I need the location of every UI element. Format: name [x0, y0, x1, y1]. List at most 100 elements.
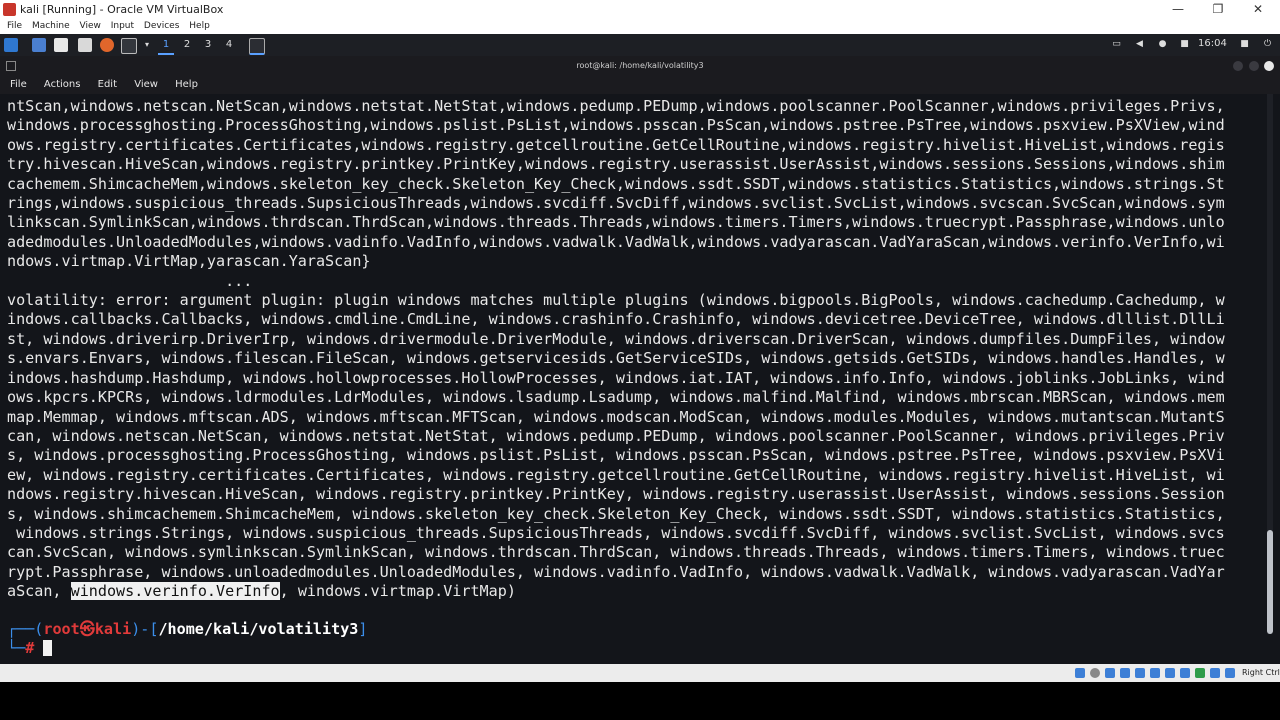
vbox-menu-file[interactable]: File [7, 19, 22, 34]
close-button[interactable]: ✕ [1238, 0, 1278, 19]
terminal-line: map.Memmap, windows.mftscan.ADS, windows… [7, 407, 1225, 426]
terminal-close-button[interactable] [1264, 61, 1274, 71]
workspace-3[interactable]: 3 [200, 37, 216, 53]
terminal-line: ndows.registry.hivescan.HiveScan, window… [7, 485, 1225, 504]
notification-bell-icon[interactable]: ● [1158, 40, 1167, 49]
terminal-line: s, windows.shimcachemem.ShimcacheMem, wi… [7, 504, 1225, 523]
terminal-line: ew, windows.registry.certificates.Certif… [7, 465, 1225, 484]
show-desktop-icon[interactable] [32, 38, 46, 52]
terminal-line: indows.callbacks.Callbacks, windows.cmdl… [7, 310, 1225, 329]
maximize-button[interactable]: ❐ [1198, 0, 1238, 19]
usb-icon[interactable] [1135, 668, 1145, 678]
terminal-menu-help[interactable]: Help [175, 76, 198, 94]
terminal-line: can.SvcScan, windows.symlinkscan.Symlink… [7, 543, 1225, 562]
host-screen-bottom [0, 682, 1280, 720]
workspace-2[interactable]: 2 [179, 37, 195, 53]
terminal-output: ntScan,windows.netscan.NetScan,windows.n… [7, 97, 1265, 602]
terminal-menu-file[interactable]: File [10, 76, 27, 94]
terminal-line: s.envars.Envars, windows.filescan.FileSc… [7, 349, 1225, 368]
battery-icon[interactable]: ■ [1180, 40, 1189, 49]
terminal-line: cachemem.ShimcacheMem,windows.skeleton_k… [7, 174, 1225, 193]
panel-clock[interactable]: 16:04 [1198, 38, 1227, 49]
selected-text[interactable]: windows.verinfo.VerInfo [70, 582, 280, 601]
optical-drive-icon[interactable] [1090, 668, 1100, 678]
vbox-menu-help[interactable]: Help [189, 19, 210, 34]
display-icon[interactable]: ▭ [1112, 40, 1121, 49]
vbox-menu-view[interactable]: View [80, 19, 101, 34]
minimize-button[interactable]: — [1158, 0, 1198, 19]
terminal-line: ndows.virtmap.VirtMap,yarascan.YaraScan} [7, 252, 371, 271]
file-manager-icon[interactable] [54, 38, 68, 52]
text-editor-icon[interactable] [78, 38, 92, 52]
terminal-line: windows.strings.Strings, windows.suspici… [7, 523, 1225, 542]
prompt-mid: )-[ [131, 620, 159, 638]
shell-input-line[interactable]: └─# [7, 639, 53, 658]
volume-icon[interactable]: ◀ [1135, 40, 1144, 49]
terminal-line-suffix: , windows.virtmap.VirtMap) [279, 582, 516, 601]
power-icon[interactable]: ⏻ [1263, 40, 1272, 49]
prompt-user: root [43, 620, 80, 638]
terminal-line: ... [7, 271, 253, 290]
terminal-window-icon [6, 61, 16, 71]
cpu-icon[interactable] [1195, 668, 1205, 678]
terminal-line: ntScan,windows.netscan.NetScan,windows.n… [7, 97, 1225, 115]
terminal-line: indows.hashdump.Hashdump, windows.hollow… [7, 368, 1225, 387]
prompt-end: ] [358, 620, 368, 638]
terminal-line: try.hivescan.HiveScan,windows.registry.p… [7, 155, 1225, 174]
text-cursor [43, 640, 53, 656]
terminal-minimize-button[interactable] [1233, 61, 1243, 71]
terminal-line: ows.registry.certificates.Certificates,w… [7, 135, 1225, 154]
host-window-title: kali [Running] - Oracle VM VirtualBox [20, 3, 224, 16]
display-status-icon[interactable] [1165, 668, 1175, 678]
prompt-path: /home/kali/volatility3 [158, 620, 359, 638]
taskbar-terminal-window[interactable] [249, 38, 265, 55]
mouse-integration-icon[interactable] [1210, 668, 1220, 678]
prompt-corner-bottom: └─ [7, 639, 26, 657]
terminal-line: volatility: error: argument plugin: plug… [7, 291, 1225, 310]
hard-disk-icon[interactable] [1075, 668, 1085, 678]
terminal-line: rings,windows.suspicious_threads.Supsici… [7, 194, 1225, 213]
terminal-menu-view[interactable]: View [134, 76, 158, 94]
vbox-statusbar: Right Ctrl [0, 664, 1280, 682]
host-window-titlebar: kali [Running] - Oracle VM VirtualBox — … [0, 0, 1280, 19]
terminal-maximize-button[interactable] [1249, 61, 1259, 71]
audio-icon[interactable] [1105, 668, 1115, 678]
prompt-at: ㉿ [79, 620, 95, 638]
keyboard-icon[interactable] [1225, 668, 1235, 678]
terminal-line: s, windows.processghosting.ProcessGhosti… [7, 446, 1225, 465]
prompt-symbol: # [25, 639, 44, 657]
vbox-menu-input[interactable]: Input [111, 19, 134, 34]
lock-icon[interactable]: ■ [1240, 40, 1249, 49]
shell-prompt-line: ┌──(root㉿kali)-[/home/kali/volatility3] [7, 620, 367, 639]
recording-icon[interactable] [1180, 668, 1190, 678]
chevron-down-icon[interactable]: ▾ [139, 37, 155, 53]
terminal-title: root@kali: /home/kali/volatility3 [576, 61, 704, 70]
workspace-1[interactable]: 1 [158, 37, 174, 55]
terminal-line: linkscan.SymlinkScan,windows.thrdscan.Th… [7, 213, 1225, 232]
terminal-launcher-icon[interactable] [121, 38, 137, 54]
host-key-label: Right Ctrl [1242, 668, 1280, 677]
terminal-line: rypt.Passphrase, windows.unloadedmodules… [7, 562, 1225, 581]
terminal-menubar: File Actions Edit View Help [0, 76, 1280, 94]
prompt-host: kali [94, 620, 132, 638]
vbox-menu-devices[interactable]: Devices [144, 19, 179, 34]
scrollbar-thumb[interactable] [1267, 530, 1273, 634]
terminal-output-area[interactable]: ntScan,windows.netscan.NetScan,windows.n… [0, 94, 1280, 664]
terminal-line: adedmodules.UnloadedModules,windows.vadi… [7, 232, 1225, 251]
terminal-line: can, windows.netscan.NetScan, windows.ne… [7, 426, 1225, 445]
shared-folders-icon[interactable] [1150, 668, 1160, 678]
terminal-menu-actions[interactable]: Actions [44, 76, 81, 94]
workspace-4[interactable]: 4 [221, 37, 237, 53]
terminal-scrollbar[interactable] [1267, 94, 1273, 634]
firefox-icon[interactable] [100, 38, 114, 52]
vbox-menu-machine[interactable]: Machine [32, 19, 70, 34]
terminal-menu-edit[interactable]: Edit [98, 76, 117, 94]
network-icon[interactable] [1120, 668, 1130, 678]
vbox-menubar: File Machine View Input Devices Help [0, 19, 1280, 34]
kali-menu-icon[interactable] [4, 38, 18, 52]
terminal-line-prefix: aScan, [7, 582, 71, 601]
terminal-line: windows.processghosting.ProcessGhosting,… [7, 116, 1225, 135]
prompt-corner-top: ┌──( [7, 620, 44, 638]
terminal-line: ows.kpcrs.KPCRs, windows.ldrmodules.LdrM… [7, 388, 1225, 407]
terminal-line: st, windows.driverirp.DriverIrp, windows… [7, 329, 1225, 348]
